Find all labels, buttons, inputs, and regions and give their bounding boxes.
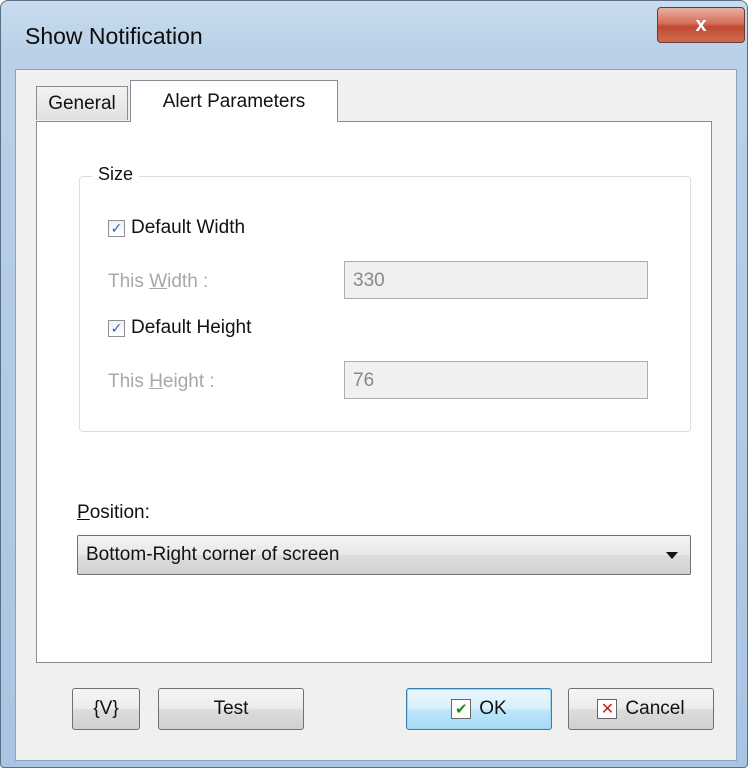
dialog-client-area: General Alert Parameters Size ✓ Default …: [15, 69, 737, 761]
tab-alert-parameters[interactable]: Alert Parameters: [130, 80, 338, 122]
size-groupbox: Size ✓ Default Width This Width : 330 ✓ …: [79, 164, 691, 432]
ok-button[interactable]: ✔ OK: [406, 688, 552, 730]
position-selected-value: Bottom-Right corner of screen: [86, 544, 340, 565]
close-icon: x: [695, 13, 707, 36]
default-height-checkbox[interactable]: ✓: [108, 319, 125, 337]
close-button[interactable]: x: [657, 7, 745, 43]
window-title: Show Notification: [25, 23, 203, 49]
default-height-checkbox-row[interactable]: ✓ Default Height: [108, 317, 251, 339]
checkmark-icon: ✓: [110, 220, 123, 236]
this-height-label-rest: eight :: [162, 371, 215, 392]
position-label-rest: osition:: [89, 502, 150, 523]
this-height-label: This Height :: [108, 371, 215, 393]
this-width-label-rest: idth :: [167, 271, 209, 292]
test-button[interactable]: Test: [158, 688, 304, 730]
default-width-label: Default Width: [131, 217, 246, 238]
title-bar[interactable]: Show Notification x: [1, 1, 749, 75]
tab-alert-parameters-label: Alert Parameters: [162, 90, 306, 112]
checkmark-icon: ✓: [110, 320, 123, 336]
default-width-checkbox-row[interactable]: ✓ Default Width: [108, 217, 245, 239]
this-width-input[interactable]: 330: [344, 261, 648, 299]
this-width-label-prefix: This: [108, 271, 150, 292]
size-group-legend: Size: [92, 164, 140, 185]
ok-button-label: OK: [479, 698, 507, 719]
cancel-x-icon: ✕: [597, 699, 618, 719]
position-dropdown[interactable]: Bottom-Right corner of screen: [77, 535, 691, 575]
this-width-label: This Width :: [108, 271, 208, 293]
cancel-button-label: Cancel: [625, 698, 685, 719]
this-width-label-accel: W: [149, 271, 168, 292]
tab-general-label: General: [48, 92, 116, 114]
this-height-label-prefix: This: [108, 371, 150, 392]
this-height-input[interactable]: 76: [344, 361, 648, 399]
tab-general[interactable]: General: [36, 86, 128, 120]
default-width-checkbox[interactable]: ✓: [108, 219, 125, 237]
chevron-down-icon[interactable]: [666, 552, 678, 559]
variables-button-label: {V}: [93, 698, 119, 719]
tab-panel-alert-parameters: Size ✓ Default Width This Width : 330 ✓ …: [36, 121, 712, 663]
variables-button[interactable]: {V}: [72, 688, 140, 730]
dialog-window: Show Notification x General Alert Parame…: [0, 0, 748, 768]
check-icon: ✔: [451, 699, 472, 719]
this-height-label-accel: H: [149, 371, 163, 392]
position-label: Position:: [77, 502, 150, 524]
default-height-label: Default Height: [131, 317, 252, 338]
position-label-accel: P: [77, 502, 90, 523]
cancel-button[interactable]: ✕ Cancel: [568, 688, 714, 730]
test-button-label: Test: [213, 698, 249, 719]
